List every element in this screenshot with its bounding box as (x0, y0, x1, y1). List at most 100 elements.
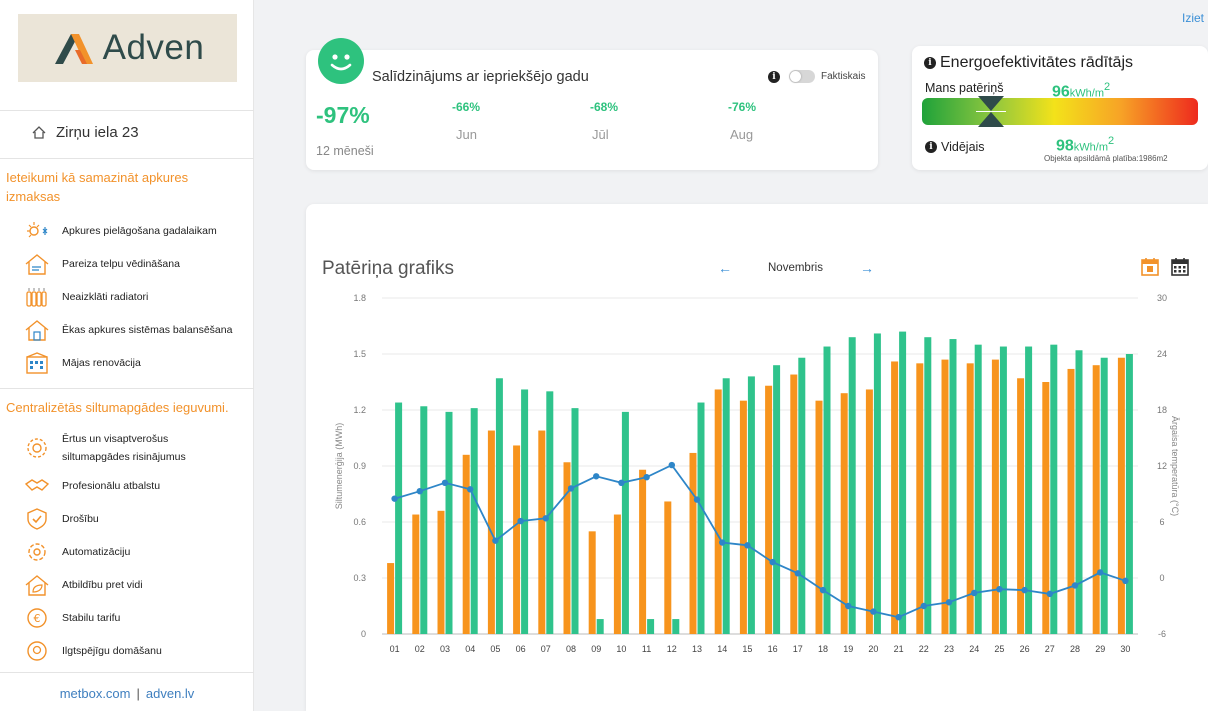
unit-sup: 2 (1104, 81, 1111, 93)
benefits-title: Centralizētās siltumapgādes ieguvumi. (6, 400, 229, 415)
x-tick-label: 26 (1020, 644, 1030, 654)
bar-heating-orange (462, 454, 470, 634)
y-right-axis-title: Ārgaisa temperatūra (°C) (1170, 416, 1180, 516)
address-link[interactable]: Zirņu iela 23 (32, 124, 139, 141)
radiator-icon (22, 284, 52, 310)
sidebar-item[interactable]: Atbildību pret vidi (22, 572, 143, 598)
temperature-point (794, 570, 801, 577)
sidebar-item-label: Ilgtspējīgu domāšanu (62, 645, 162, 657)
month-percent: -68% (590, 100, 619, 114)
sidebar-item[interactable]: Ērtus un visaptverošus siltumapgādes risi… (22, 430, 186, 466)
temperature-point (945, 599, 953, 606)
bar-heating-green (647, 619, 655, 634)
bar-heating-orange (437, 510, 445, 634)
house-balance-icon (22, 317, 52, 343)
sidebar-item[interactable]: Apkures pielāgošana gadalaikam (22, 218, 217, 244)
info-icon[interactable]: i (768, 71, 780, 83)
x-tick-label: 17 (793, 644, 803, 654)
average-label-text: Vidējais (941, 140, 985, 154)
y-left-tick-label: 1.8 (353, 293, 366, 303)
month-name: Jūl (592, 127, 609, 142)
temperature-point (517, 517, 524, 525)
bar-heating-orange (412, 514, 420, 634)
bar-heating-orange (991, 359, 999, 634)
bar-heating-orange (891, 361, 899, 634)
sidebar-item-label: Profesionālu atbalstu (62, 480, 161, 492)
avg-value-number: 98 (1056, 137, 1074, 155)
sidebar-item[interactable]: Drošību (22, 506, 99, 532)
tips-title: Ieteikumi kā samazināt apkures izmaksas (6, 170, 189, 204)
next-month-arrow[interactable]: → (860, 260, 874, 276)
sidebar-item-label: Automatizāciju (62, 546, 131, 558)
y-right-tick-label: -6 (1158, 629, 1166, 639)
heated-area-note: Objekta apsildāmā platība:1986m2 (1044, 154, 1168, 163)
sidebar-item[interactable]: € Stabilu tarifu (22, 605, 120, 631)
x-tick-label: 29 (1095, 644, 1105, 654)
temperature-point (744, 542, 751, 549)
metbox-link[interactable]: metbox.com (60, 686, 131, 701)
bar-heating-orange (739, 400, 747, 634)
info-icon[interactable]: i (924, 57, 936, 69)
bar-heating-orange (1092, 365, 1100, 634)
efficiency-gradient-bar (922, 98, 1198, 125)
y-right-tick-label: 12 (1157, 461, 1167, 471)
y-left-axis-title: Siltumenerģija (MWh) (334, 423, 344, 510)
sidebar-item-label: Pareiza telpu vēdināšana (62, 258, 180, 270)
adven-link[interactable]: adven.lv (146, 686, 194, 701)
month-name: Aug (730, 127, 754, 142)
building-icon (22, 350, 52, 376)
actual-toggle[interactable] (789, 70, 815, 83)
sidebar-item-label: Stabilu tarifu (62, 612, 121, 624)
bar-heating-green (899, 331, 907, 634)
x-tick-label: 19 (843, 644, 853, 654)
bar-heating-green (470, 408, 478, 634)
x-tick-label: 01 (390, 644, 400, 654)
x-tick-label: 27 (1045, 644, 1055, 654)
bar-heating-green (773, 365, 781, 634)
y-left-tick-label: 0.9 (353, 461, 366, 471)
temperature-point (895, 614, 902, 621)
info-icon[interactable]: i (925, 141, 937, 153)
temperature-point (719, 539, 726, 546)
efficiency-title-text: Energoefektivitātes rādītājs (940, 54, 1133, 71)
divider (0, 672, 254, 673)
temperature-line (394, 463, 1126, 619)
bar-heating-orange (1067, 368, 1075, 634)
temperature-point (693, 496, 701, 503)
toggle-knob (790, 71, 801, 82)
sidebar-item-label: Drošību (62, 513, 99, 525)
calendar-day-icon[interactable] (1140, 256, 1160, 276)
bar-heating-orange (765, 385, 773, 634)
sidebar-item[interactable]: Pareiza telpu vēdināšana (22, 251, 180, 277)
bar-heating-orange (513, 445, 521, 634)
consumption-chart: 0 -6 0.3 0 0.6 6 0.9 12 1.2 18 1.5 24 1.8 30 Siltumene… (334, 293, 1180, 654)
footer-separator: | (136, 686, 140, 701)
sidebar-item[interactable]: Ilgtspējīgu domāšanu (22, 638, 162, 664)
sidebar-item[interactable]: Profesionālu atbalstu (22, 473, 160, 499)
shield-check-icon (22, 506, 52, 532)
temperature-point (1122, 577, 1129, 584)
bar-heating-green (395, 402, 403, 634)
bar-heating-orange (588, 531, 596, 634)
ventilation-icon (22, 251, 52, 277)
divider (0, 110, 254, 111)
logout-link[interactable]: Iziet (1182, 11, 1204, 25)
calendar-month-icon[interactable] (1170, 256, 1190, 276)
prev-month-arrow[interactable]: ← (718, 260, 732, 276)
bar-heating-green (848, 337, 856, 634)
sidebar-item[interactable]: Mājas renovācija (22, 350, 141, 376)
temperature-point (467, 486, 474, 493)
x-tick-label: 06 (516, 644, 526, 654)
x-tick-label: 09 (591, 644, 601, 654)
bar-heating-orange (865, 389, 873, 634)
average-label: i Vidējais (925, 140, 985, 154)
x-tick-label: 02 (415, 644, 425, 654)
sidebar-item[interactable]: Automatizāciju (22, 539, 130, 565)
sidebar-item-label-line: Ērtus un visaptverošus (62, 433, 169, 445)
sidebar-item[interactable]: Neaizklāti radiatori (22, 284, 148, 310)
sidebar-item[interactable]: Ēkas apkures sistēmas balansēšana (22, 317, 232, 343)
toggle-label: Faktiskais (821, 71, 866, 82)
logo[interactable]: Adven (18, 14, 237, 82)
temperature-point (567, 485, 575, 492)
x-tick-label: 12 (667, 644, 677, 654)
